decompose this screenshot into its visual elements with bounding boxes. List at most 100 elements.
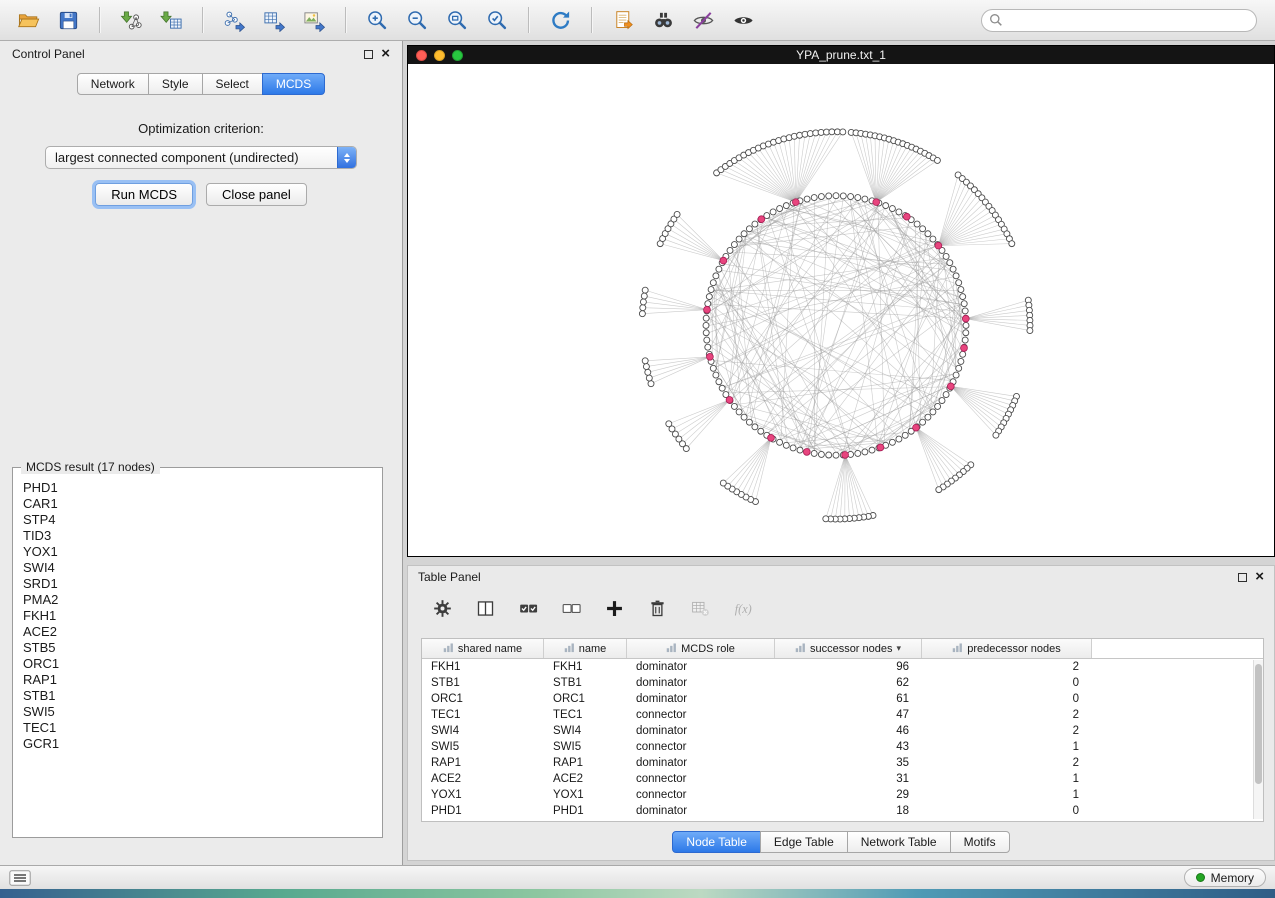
node-table: shared namenameMCDS rolesuccessor nodes▾…: [421, 638, 1264, 822]
search-input[interactable]: [981, 9, 1257, 32]
column-header-name[interactable]: name: [544, 639, 627, 658]
table-row[interactable]: YOX1YOX1connector291: [422, 787, 1263, 803]
cell-mcds_role: connector: [627, 739, 775, 755]
export-image-icon[interactable]: [296, 5, 332, 35]
mcds-result-item[interactable]: STP4: [23, 512, 372, 528]
float-table-panel-icon[interactable]: [1238, 573, 1247, 582]
add-column-icon[interactable]: [598, 594, 630, 622]
hamburger-menu-icon[interactable]: [9, 870, 31, 886]
cell-predecessor_nodes: 2: [922, 723, 1092, 739]
table-row[interactable]: RAP1RAP1dominator352: [422, 755, 1263, 771]
tab-network-table[interactable]: Network Table: [847, 831, 951, 853]
close-panel-icon[interactable]: ×: [381, 49, 390, 59]
table-row[interactable]: PHD1PHD1dominator180: [422, 803, 1263, 819]
mcds-result-item[interactable]: STB5: [23, 640, 372, 656]
memory-button[interactable]: Memory: [1184, 868, 1266, 887]
mcds-result-item[interactable]: PHD1: [23, 480, 372, 496]
mcds-result-item[interactable]: ACE2: [23, 624, 372, 640]
import-network-icon[interactable]: [113, 5, 149, 35]
table-row[interactable]: SWI4SWI4dominator462: [422, 723, 1263, 739]
mcds-result-item[interactable]: PMA2: [23, 592, 372, 608]
save-icon[interactable]: [50, 5, 86, 35]
delete-column-icon[interactable]: [641, 594, 673, 622]
close-panel-button[interactable]: Close panel: [206, 183, 307, 206]
column-header-successor-nodes[interactable]: successor nodes▾: [775, 639, 922, 658]
export-network-icon[interactable]: [216, 5, 252, 35]
criterion-dropdown[interactable]: largest connected component (undirected): [45, 146, 357, 169]
zoom-fit-icon[interactable]: [439, 5, 475, 35]
network-canvas[interactable]: [408, 64, 1274, 556]
find-icon[interactable]: [645, 5, 681, 35]
table-panel-title: Table Panel: [418, 570, 481, 584]
cell-successor_nodes: 46: [775, 723, 922, 739]
zoom-out-icon[interactable]: [399, 5, 435, 35]
table-body: FKH1FKH1dominator962STB1STB1dominator620…: [422, 659, 1263, 821]
run-mcds-button[interactable]: Run MCDS: [95, 183, 193, 206]
table-row[interactable]: TEC1TEC1connector472: [422, 707, 1263, 723]
table-options-gear-icon[interactable]: [426, 594, 458, 622]
mcds-result-item[interactable]: FKH1: [23, 608, 372, 624]
tab-mcds[interactable]: MCDS: [262, 73, 325, 95]
function-builder-icon[interactable]: f(x): [727, 594, 759, 622]
table-scrollbar[interactable]: [1253, 660, 1263, 819]
cell-predecessor_nodes: 1: [922, 739, 1092, 755]
mcds-result-item[interactable]: STB1: [23, 688, 372, 704]
mcds-result-item[interactable]: TEC1: [23, 720, 372, 736]
table-toolbar: f(x): [408, 588, 1274, 628]
toolbar-separator: [528, 7, 529, 33]
mcds-result-item[interactable]: CAR1: [23, 496, 372, 512]
mcds-result-item[interactable]: YOX1: [23, 544, 372, 560]
export-document-icon[interactable]: [605, 5, 641, 35]
cell-name: TEC1: [544, 707, 627, 723]
column-header-shared-name[interactable]: shared name: [422, 639, 544, 658]
table-row[interactable]: SWI5SWI5connector431: [422, 739, 1263, 755]
mcds-result-item[interactable]: SRD1: [23, 576, 372, 592]
mcds-result-item[interactable]: RAP1: [23, 672, 372, 688]
tab-select[interactable]: Select: [202, 73, 263, 95]
import-table-icon[interactable]: [153, 5, 189, 35]
mcds-result-list[interactable]: PHD1CAR1STP4TID3YOX1SWI4SRD1PMA2FKH1ACE2…: [13, 468, 382, 837]
cell-mcds_role: dominator: [627, 755, 775, 771]
float-panel-icon[interactable]: [364, 50, 373, 59]
graphics-details-icon[interactable]: [685, 5, 721, 35]
network-window-titlebar[interactable]: YPA_prune.txt_1: [408, 46, 1274, 64]
tab-network[interactable]: Network: [77, 73, 149, 95]
deselect-all-icon[interactable]: [555, 594, 587, 622]
table-row[interactable]: FKH1FKH1dominator962: [422, 659, 1263, 675]
column-header-mcds-role[interactable]: MCDS role: [627, 639, 775, 658]
tab-edge-table[interactable]: Edge Table: [760, 831, 848, 853]
column-visibility-icon[interactable]: [469, 594, 501, 622]
open-file-icon[interactable]: [10, 5, 46, 35]
close-table-panel-icon[interactable]: ×: [1255, 572, 1264, 582]
table-scrollbar-thumb[interactable]: [1255, 664, 1262, 784]
zoom-selected-icon[interactable]: [479, 5, 515, 35]
mcds-result-item[interactable]: GCR1: [23, 736, 372, 752]
table-row[interactable]: ACE2ACE2connector311: [422, 771, 1263, 787]
status-bar: Memory: [0, 865, 1275, 889]
search-box[interactable]: [981, 9, 1257, 32]
tab-style[interactable]: Style: [148, 73, 203, 95]
cell-name: YOX1: [544, 787, 627, 803]
cell-successor_nodes: 31: [775, 771, 922, 787]
control-panel-header: Control Panel ×: [0, 41, 402, 67]
tab-node-table[interactable]: Node Table: [672, 831, 761, 853]
tab-motifs[interactable]: Motifs: [950, 831, 1010, 853]
select-all-icon[interactable]: [512, 594, 544, 622]
cell-successor_nodes: 43: [775, 739, 922, 755]
toolbar-separator: [591, 7, 592, 33]
column-header-predecessor-nodes[interactable]: predecessor nodes: [922, 639, 1092, 658]
mcds-result-item[interactable]: SWI4: [23, 560, 372, 576]
mcds-result-item[interactable]: ORC1: [23, 656, 372, 672]
table-row[interactable]: STB1STB1dominator620: [422, 675, 1263, 691]
zoom-in-icon[interactable]: [359, 5, 395, 35]
delete-table-icon[interactable]: [684, 594, 716, 622]
mcds-result-item[interactable]: TID3: [23, 528, 372, 544]
cell-mcds_role: connector: [627, 771, 775, 787]
cell-predecessor_nodes: 0: [922, 691, 1092, 707]
refresh-icon[interactable]: [542, 5, 578, 35]
show-hide-icon[interactable]: [725, 5, 761, 35]
table-row[interactable]: ORC1ORC1dominator610: [422, 691, 1263, 707]
network-graph[interactable]: [408, 64, 1274, 556]
export-table-icon[interactable]: [256, 5, 292, 35]
mcds-result-item[interactable]: SWI5: [23, 704, 372, 720]
